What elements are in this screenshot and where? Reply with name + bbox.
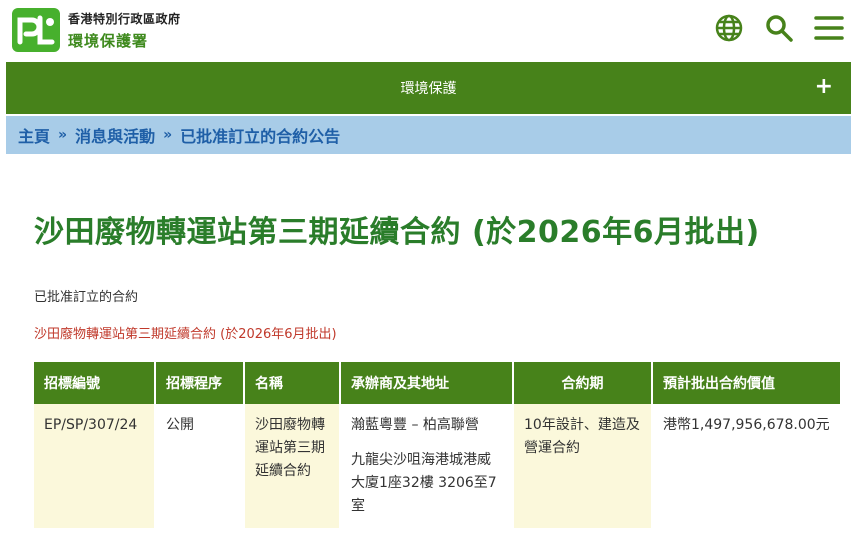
cell-tender-no: EP/SP/307/24 xyxy=(34,404,156,528)
topic-bar[interactable]: 環境保護 + xyxy=(6,62,851,114)
contractor-address: 九龍尖沙咀海港城港威大廈1座32樓 3206至7室 xyxy=(351,452,497,514)
cell-name-text: 沙田廢物轉運站第三期延續合約 xyxy=(255,417,325,479)
col-value: 預計批出合約價值 xyxy=(652,362,842,404)
expand-plus-icon[interactable]: + xyxy=(815,74,833,99)
col-tender-no: 招標編號 xyxy=(34,362,156,404)
cell-value: 港幣1,497,956,678.00元 xyxy=(652,404,842,528)
breadcrumb-news-events[interactable]: 消息與活動 xyxy=(75,123,155,147)
contract-link[interactable]: 沙田廢物轉運站第三期延續合約 (於2026年6月批出) xyxy=(34,323,337,342)
org-name: 香港特別行政區政府 環境保護署 xyxy=(68,10,181,51)
site-header: 香港特別行政區政府 環境保護署 xyxy=(0,0,855,60)
cell-name: 沙田廢物轉運站第三期延續合約 xyxy=(244,404,341,528)
col-period: 合約期 xyxy=(513,362,653,404)
org-name-line2: 環境保護署 xyxy=(68,32,149,50)
table-row: EP/SP/307/24 公開 沙田廢物轉運站第三期延續合約 瀚藍粵豐 – 柏高… xyxy=(34,404,842,528)
breadcrumb-separator: » xyxy=(163,127,173,143)
page-title: 沙田廢物轉運站第三期延續合約 (於2026年6月批出) xyxy=(34,215,760,250)
breadcrumb-separator: » xyxy=(58,127,68,143)
globe-icon[interactable] xyxy=(713,12,745,44)
contractor-name: 瀚藍粵豐 – 柏高聯營 xyxy=(351,417,479,433)
cell-period: 10年設計、建造及營運合約 xyxy=(513,404,653,528)
contract-table: 招標編號 招標程序 名稱 承辦商及其地址 合約期 預計批出合約價值 EP/SP/… xyxy=(34,362,842,528)
menu-icon[interactable] xyxy=(813,12,845,44)
section-label: 已批准訂立的合約 xyxy=(34,290,139,305)
table-header-row: 招標編號 招標程序 名稱 承辦商及其地址 合約期 預計批出合約價值 xyxy=(34,362,842,404)
col-procedure: 招標程序 xyxy=(155,362,245,404)
col-contractor: 承辦商及其地址 xyxy=(340,362,514,404)
search-icon[interactable] xyxy=(763,12,795,44)
cell-procedure: 公開 xyxy=(155,404,245,528)
col-name: 名稱 xyxy=(244,362,341,404)
topic-bar-label: 環境保護 xyxy=(400,81,457,97)
breadcrumb-home[interactable]: 主頁 xyxy=(18,123,50,147)
org-name-line1: 香港特別行政區政府 xyxy=(68,12,181,26)
header-actions xyxy=(713,12,845,44)
breadcrumb-current[interactable]: 已批准訂立的合約公告 xyxy=(180,123,340,147)
breadcrumb: 主頁 » 消息與活動 » 已批准訂立的合約公告 xyxy=(6,116,851,154)
cell-contractor: 瀚藍粵豐 – 柏高聯營 九龍尖沙咀海港城港威大廈1座32樓 3206至7室 xyxy=(340,404,514,528)
epd-logo[interactable] xyxy=(12,8,60,52)
